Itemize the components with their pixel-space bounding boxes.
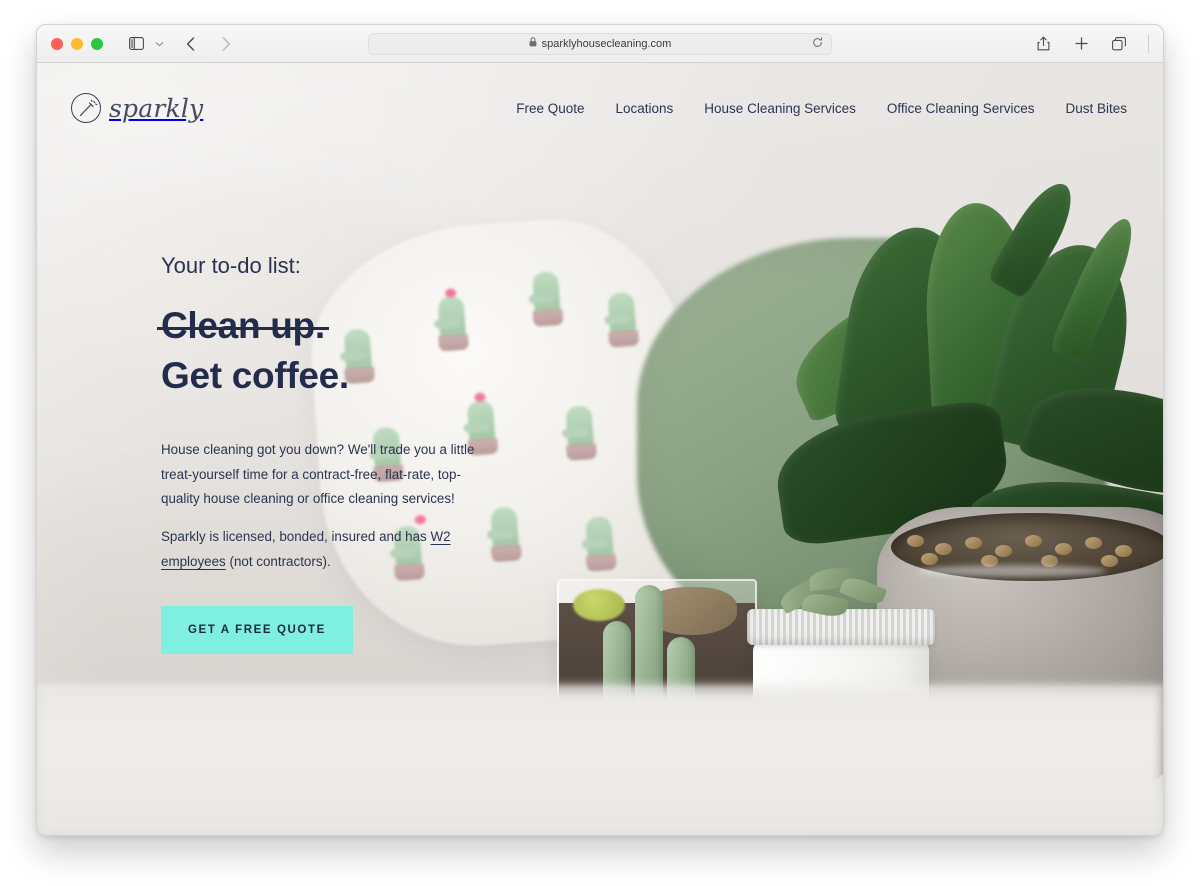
- address-bar-url: sparklyhousecleaning.com: [541, 37, 672, 50]
- main-navigation: Free Quote Locations House Cleaning Serv…: [516, 101, 1127, 116]
- forward-button[interactable]: [213, 31, 239, 57]
- site-header: sparkly Free Quote Locations House Clean…: [37, 63, 1163, 153]
- nav-item-locations[interactable]: Locations: [616, 101, 674, 116]
- sidebar-toggle-icon[interactable]: [123, 31, 149, 57]
- share-icon[interactable]: [1030, 31, 1056, 57]
- toolbar-right-actions: [1030, 31, 1149, 57]
- tab-overview-icon[interactable]: [1106, 31, 1132, 57]
- site-logo[interactable]: sparkly: [71, 93, 203, 123]
- maximize-window-button[interactable]: [91, 37, 103, 50]
- address-bar-container: sparklyhousecleaning.com: [368, 32, 832, 55]
- hero-paragraph-2-after: (not contractors).: [225, 553, 331, 569]
- address-bar[interactable]: sparklyhousecleaning.com: [368, 32, 832, 55]
- nav-item-office-cleaning-services[interactable]: Office Cleaning Services: [887, 101, 1035, 116]
- hero-headline: Clean up. Get coffee.: [157, 301, 581, 400]
- lock-icon: [529, 37, 537, 50]
- chevron-down-icon[interactable]: [151, 31, 167, 57]
- get-a-free-quote-button[interactable]: GET A FREE QUOTE: [161, 606, 353, 655]
- reload-icon[interactable]: [812, 36, 823, 51]
- magic-wand-icon: [71, 93, 101, 123]
- table-surface: [37, 687, 1163, 835]
- browser-toolbar: sparklyhousecleaning.com: [37, 25, 1163, 63]
- toolbar-divider: [1148, 34, 1149, 53]
- hero-paragraph-1: House cleaning got you down? We'll trade…: [161, 442, 475, 506]
- new-tab-icon[interactable]: [1068, 31, 1094, 57]
- nav-item-house-cleaning-services[interactable]: House Cleaning Services: [704, 101, 856, 116]
- minimize-window-button[interactable]: [71, 37, 83, 50]
- window-controls: [51, 37, 103, 50]
- succulent-plant: [776, 563, 899, 620]
- hero-paragraph-2-before: Sparkly is licensed, bonded, insured and…: [161, 529, 431, 545]
- page-viewport: sparkly Free Quote Locations House Clean…: [37, 63, 1163, 835]
- site-logo-text: sparkly: [109, 93, 204, 123]
- close-window-button[interactable]: [51, 37, 63, 50]
- hero-paragraph-2: Sparkly is licensed, bonded, insured and…: [161, 525, 491, 574]
- nav-item-dust-bites[interactable]: Dust Bites: [1065, 101, 1127, 116]
- hero-headline-main: Get coffee.: [161, 354, 349, 396]
- hero-section: Your to-do list: Clean up. Get coffee. H…: [157, 253, 581, 655]
- nav-item-free-quote[interactable]: Free Quote: [516, 101, 584, 116]
- hero-body-copy: House cleaning got you down? We'll trade…: [161, 438, 491, 574]
- pot-highlight: [917, 565, 1107, 577]
- back-button[interactable]: [177, 31, 203, 57]
- browser-window: sparklyhousecleaning.com sparkly Free Qu…: [36, 24, 1164, 836]
- hero-headline-struck: Clean up.: [157, 301, 329, 351]
- hero-kicker: Your to-do list:: [161, 253, 301, 278]
- navigation-controls: [123, 31, 239, 57]
